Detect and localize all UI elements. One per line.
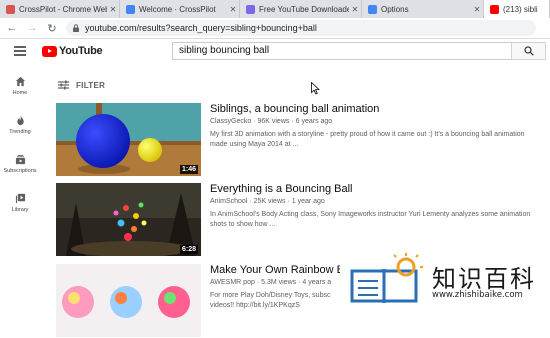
book-lightbulb-icon: [350, 253, 423, 303]
fire-icon: [16, 115, 24, 126]
sidebar-item-trending[interactable]: Trending: [0, 115, 40, 135]
reload-icon[interactable]: ↻: [44, 22, 60, 35]
lock-icon: [73, 24, 79, 32]
watermark-chinese-text: 知识百科: [432, 265, 536, 293]
tab-title: (213) sibli: [503, 4, 538, 14]
close-icon[interactable]: ✕: [471, 5, 483, 14]
subscriptions-icon: [15, 154, 25, 165]
video-result[interactable]: 6:28 Everything is a Bouncing Ball AnimS…: [56, 183, 550, 257]
youtube-logo[interactable]: YouTube: [42, 45, 103, 57]
mouse-cursor-icon: [311, 82, 320, 95]
watermark-url: www.zhishibaike.com: [432, 290, 523, 300]
logo-text: YouTube: [59, 45, 103, 57]
close-icon[interactable]: ✕: [107, 5, 119, 14]
video-thumbnail[interactable]: 6:28: [56, 183, 201, 256]
tab-favicon-icon: [368, 4, 377, 14]
search-icon: [523, 46, 534, 56]
browser-tab[interactable]: Free YouTube Downloader ✕: [240, 0, 362, 18]
youtube-favicon-icon: [490, 4, 499, 14]
thumbnail-image: [56, 264, 201, 337]
view-count: 5.3M views: [261, 279, 297, 286]
filter-icon: [58, 80, 69, 90]
back-arrow-icon[interactable]: ←: [4, 22, 20, 34]
video-thumbnail[interactable]: [56, 264, 201, 337]
browser-tab[interactable]: Options ✕: [362, 0, 484, 18]
sidebar-item-subscriptions[interactable]: Subscriptions: [0, 154, 40, 174]
close-icon[interactable]: ✕: [349, 5, 361, 14]
video-meta: AnimSchool · 25K views · 1 year ago: [210, 198, 325, 205]
menu-icon[interactable]: [14, 46, 26, 56]
browser-tab[interactable]: Welcome · CrossPilot ✕: [120, 0, 240, 18]
upload-age: 1 year ago: [291, 198, 325, 205]
tab-favicon-icon: [126, 4, 135, 14]
search-button[interactable]: [511, 42, 546, 60]
sidebar-item-label: Subscriptions: [3, 168, 37, 174]
sidebar-item-library[interactable]: Library: [0, 193, 40, 213]
browser-tab[interactable]: CrossPilot - Chrome Web S ✕: [0, 0, 120, 18]
filter-button[interactable]: FILTER: [58, 80, 105, 90]
filter-label: FILTER: [76, 80, 106, 90]
sidebar-item-label: Library: [11, 207, 29, 213]
tab-title: Options: [381, 4, 409, 14]
tab-favicon-icon: [246, 4, 255, 14]
video-description: My first 3D animation with a storyline -…: [210, 131, 525, 148]
url-text: youtube.com/results?search_query=sibling…: [85, 23, 317, 33]
video-title[interactable]: Everything is a Bouncing Ball: [210, 183, 550, 195]
video-meta: ClassyGecko · 96K views · 6 years ago: [210, 118, 333, 125]
browser-tab-active[interactable]: (213) sibli: [484, 0, 550, 18]
close-icon[interactable]: ✕: [227, 5, 239, 14]
channel-name[interactable]: ClassyGecko: [210, 118, 251, 125]
video-title[interactable]: Siblings, a bouncing ball animation: [210, 103, 550, 115]
address-bar-row: ← → ↻ youtube.com/results?search_query=s…: [0, 18, 550, 39]
home-icon: [15, 76, 25, 87]
video-duration: 6:28: [179, 245, 198, 254]
video-thumbnail[interactable]: 1:46: [56, 103, 201, 176]
search-input[interactable]: sibling bouncing ball: [172, 42, 512, 60]
upload-age: 4 years a: [302, 279, 332, 286]
channel-name[interactable]: AWESMR pop: [210, 279, 255, 286]
tab-favicon-icon: [6, 4, 15, 14]
channel-name[interactable]: AnimSchool: [210, 198, 247, 205]
sidebar-item-label: Trending: [9, 129, 31, 135]
sidebar-item-home[interactable]: Home: [0, 76, 40, 96]
video-description: In AnimSchool's Body Acting class, Sony …: [210, 211, 531, 228]
sidebar-item-label: Home: [12, 90, 28, 96]
browser-tab-strip: CrossPilot - Chrome Web S ✕ Welcome · Cr…: [0, 0, 550, 18]
upload-age: 6 years ago: [295, 118, 333, 125]
view-count: 25K views: [253, 198, 286, 205]
video-result[interactable]: 1:46 Siblings, a bouncing ball animation…: [56, 103, 550, 177]
library-icon: [15, 193, 25, 204]
url-field[interactable]: youtube.com/results?search_query=sibling…: [66, 20, 536, 36]
youtube-play-icon: [42, 45, 57, 57]
tab-title: CrossPilot - Chrome Web S: [19, 4, 107, 14]
tab-title: Free YouTube Downloader: [259, 4, 349, 14]
forward-arrow-icon[interactable]: →: [24, 22, 40, 34]
video-duration: 1:46: [179, 165, 198, 174]
watermark: 知识百科 www.zhishibaike.com: [340, 249, 550, 309]
view-count: 96K views: [257, 118, 290, 125]
tab-title: Welcome · CrossPilot: [139, 4, 216, 14]
